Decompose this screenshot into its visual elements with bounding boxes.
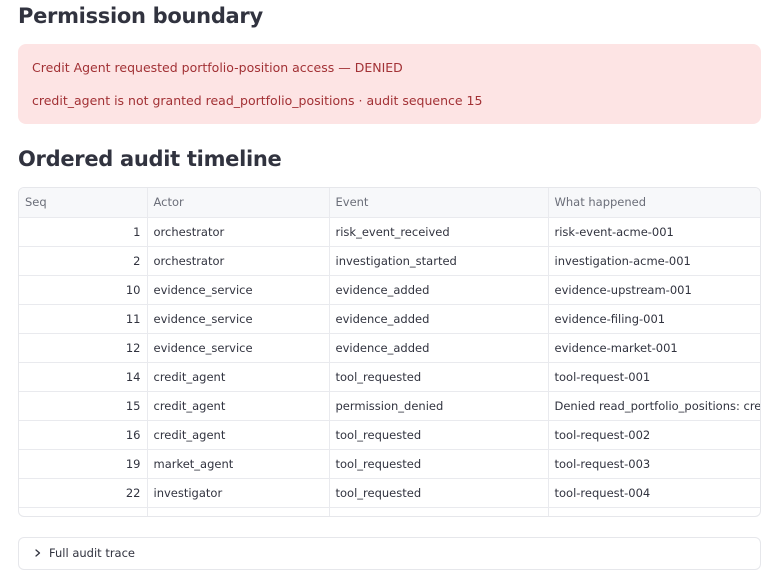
what-happened-cell[interactable]: evidence-market-001 [548, 333, 760, 363]
seq-cell[interactable]: 24 [19, 507, 148, 516]
table-row[interactable]: 2 orchestrator investigation_started invest… [19, 246, 760, 276]
permission-boundary-heading: Permission boundary [18, 4, 263, 28]
table-row[interactable]: 14 credit_agent tool_requested tool-request… [19, 362, 760, 392]
table-row[interactable]: 16 credit_agent tool_requested tool-request… [19, 420, 760, 450]
column-header-actor[interactable]: Actor [147, 188, 330, 218]
table-header-row: Seq Actor Event What happened [19, 188, 760, 218]
column-header-seq[interactable]: Seq [19, 188, 148, 218]
event-cell[interactable]: investigation_started [329, 246, 549, 276]
event-cell[interactable]: tool_requested [329, 478, 549, 508]
what-happened-cell[interactable]: tool-request-005 [548, 507, 760, 516]
permission-denied-alert: Credit Agent requested portfolio-positio… [18, 44, 761, 124]
event-cell[interactable]: risk_event_received [329, 217, 549, 247]
table-row[interactable]: 1 orchestrator risk_event_received risk-eve… [19, 217, 760, 247]
actor-cell[interactable]: evidence_service [147, 275, 330, 305]
event-cell[interactable]: permission_denied [329, 391, 549, 421]
actor-cell[interactable]: investigator [147, 478, 330, 508]
what-happened-cell[interactable]: risk-event-acme-001 [548, 217, 760, 247]
actor-cell[interactable]: market_agent [147, 449, 330, 479]
what-happened-cell[interactable]: tool-request-003 [548, 449, 760, 479]
seq-cell[interactable]: 16 [19, 420, 148, 450]
seq-cell[interactable]: 1 [19, 217, 148, 247]
alert-detail-line: credit_agent is not granted read_portfol… [32, 93, 483, 108]
alert-message-line: Credit Agent requested portfolio-positio… [32, 60, 403, 75]
actor-cell[interactable]: investigator [147, 507, 330, 516]
what-happened-cell[interactable]: tool-request-004 [548, 478, 760, 508]
full-audit-trace-expander[interactable]: Full audit trace [18, 537, 761, 570]
what-happened-cell[interactable]: tool-request-001 [548, 362, 760, 392]
seq-cell[interactable]: 10 [19, 275, 148, 305]
audit-timeline-table[interactable]: Seq Actor Event What happened 1 orchestra… [18, 187, 761, 517]
seq-cell[interactable]: 19 [19, 449, 148, 479]
seq-cell[interactable]: 14 [19, 362, 148, 392]
table-row[interactable]: 11 evidence_service evidence_added evidence… [19, 304, 760, 334]
event-cell[interactable]: tool_requested [329, 507, 549, 516]
event-cell[interactable]: tool_requested [329, 362, 549, 392]
what-happened-cell[interactable]: investigation-acme-001 [548, 246, 760, 276]
table-row[interactable]: 12 evidence_service evidence_added evidence… [19, 333, 760, 363]
table-row[interactable]: 10 evidence_service evidence_added evidence… [19, 275, 760, 305]
seq-cell[interactable]: 15 [19, 391, 148, 421]
column-header-event[interactable]: Event [329, 188, 549, 218]
chevron-right-icon [35, 549, 41, 557]
seq-cell[interactable]: 12 [19, 333, 148, 363]
what-happened-cell[interactable]: tool-request-002 [548, 420, 760, 450]
event-cell[interactable]: tool_requested [329, 449, 549, 479]
seq-cell[interactable]: 22 [19, 478, 148, 508]
actor-cell[interactable]: credit_agent [147, 391, 330, 421]
actor-cell[interactable]: evidence_service [147, 333, 330, 363]
what-happened-cell[interactable]: Denied read_portfolio_positions: credit_… [548, 391, 760, 421]
event-cell[interactable]: evidence_added [329, 304, 549, 334]
column-header-what-happened[interactable]: What happened [548, 188, 760, 218]
seq-cell[interactable]: 11 [19, 304, 148, 334]
table-row[interactable]: 19 market_agent tool_requested tool-request… [19, 449, 760, 479]
event-cell[interactable]: tool_requested [329, 420, 549, 450]
table-row[interactable]: 24investigatortool_requestedtool-request… [19, 507, 760, 516]
what-happened-cell[interactable]: evidence-filing-001 [548, 304, 760, 334]
table-row[interactable]: 15 credit_agent permission_denied Denied re… [19, 391, 760, 421]
event-cell[interactable]: evidence_added [329, 275, 549, 305]
actor-cell[interactable]: credit_agent [147, 420, 330, 450]
table-row[interactable]: 22 investigator tool_requested tool-request… [19, 478, 760, 508]
seq-cell[interactable]: 2 [19, 246, 148, 276]
actor-cell[interactable]: orchestrator [147, 217, 330, 247]
expander-label: Full audit trace [49, 546, 135, 560]
what-happened-cell[interactable]: evidence-upstream-001 [548, 275, 760, 305]
actor-cell[interactable]: orchestrator [147, 246, 330, 276]
audit-timeline-heading: Ordered audit timeline [18, 147, 282, 171]
actor-cell[interactable]: credit_agent [147, 362, 330, 392]
actor-cell[interactable]: evidence_service [147, 304, 330, 334]
event-cell[interactable]: evidence_added [329, 333, 549, 363]
